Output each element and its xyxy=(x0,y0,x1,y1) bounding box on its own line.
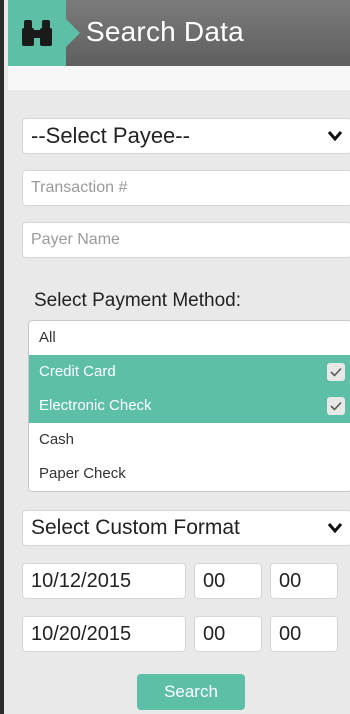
search-panel: Search Data --Select Payee-- Transaction… xyxy=(0,0,350,714)
payment-method-label: Select Payment Method: xyxy=(34,290,241,311)
check-icon xyxy=(327,397,345,415)
chevron-down-icon xyxy=(323,119,347,153)
payment-option-electronic-check[interactable]: Electronic Check xyxy=(29,389,350,423)
payment-option-credit-card[interactable]: Credit Card xyxy=(29,355,350,389)
payment-option-cash[interactable]: Cash xyxy=(29,423,350,457)
payment-option-all[interactable]: All xyxy=(29,321,350,355)
chevron-down-icon xyxy=(323,511,347,545)
payment-option-label: Paper Check xyxy=(39,465,126,482)
start-minute-input[interactable]: 00 xyxy=(270,563,338,599)
end-minute-value: 00 xyxy=(279,623,302,645)
check-icon xyxy=(327,363,345,381)
start-hour-value: 00 xyxy=(203,570,226,592)
payment-option-label: Credit Card xyxy=(39,363,116,380)
payment-option-label: Electronic Check xyxy=(39,397,152,414)
end-minute-input[interactable]: 00 xyxy=(270,616,338,652)
transaction-number-placeholder: Transaction # xyxy=(31,179,128,196)
payment-option-paper-check[interactable]: Paper Check xyxy=(29,457,350,491)
search-button[interactable]: Search xyxy=(137,674,245,710)
end-hour-value: 00 xyxy=(203,623,226,645)
transaction-number-input[interactable]: Transaction # xyxy=(22,170,350,206)
payer-name-placeholder: Payer Name xyxy=(31,231,120,248)
panel-header: Search Data xyxy=(8,0,350,66)
end-date-value: 10/20/2015 xyxy=(31,623,132,645)
header-icon-box xyxy=(8,0,80,66)
start-date-input[interactable]: 10/12/2015 xyxy=(22,563,186,599)
start-minute-value: 00 xyxy=(279,570,302,592)
custom-format-value: Select Custom Format xyxy=(31,516,240,539)
custom-format-select[interactable]: Select Custom Format xyxy=(22,510,350,546)
payee-select[interactable]: --Select Payee-- xyxy=(22,118,350,154)
header-divider-strip xyxy=(8,66,350,90)
payment-method-list[interactable]: All Credit Card Electronic Check Cash Pa… xyxy=(28,320,350,492)
payment-option-label: All xyxy=(39,329,56,346)
start-hour-input[interactable]: 00 xyxy=(194,563,262,599)
payee-select-value: --Select Payee-- xyxy=(31,123,190,148)
payment-option-label: Cash xyxy=(39,431,75,448)
payer-name-input[interactable]: Payer Name xyxy=(22,222,350,258)
binoculars-icon xyxy=(22,20,52,46)
start-date-value: 10/12/2015 xyxy=(31,570,132,592)
page-title: Search Data xyxy=(86,16,244,47)
end-hour-input[interactable]: 00 xyxy=(194,616,262,652)
end-date-input[interactable]: 10/20/2015 xyxy=(22,616,186,652)
